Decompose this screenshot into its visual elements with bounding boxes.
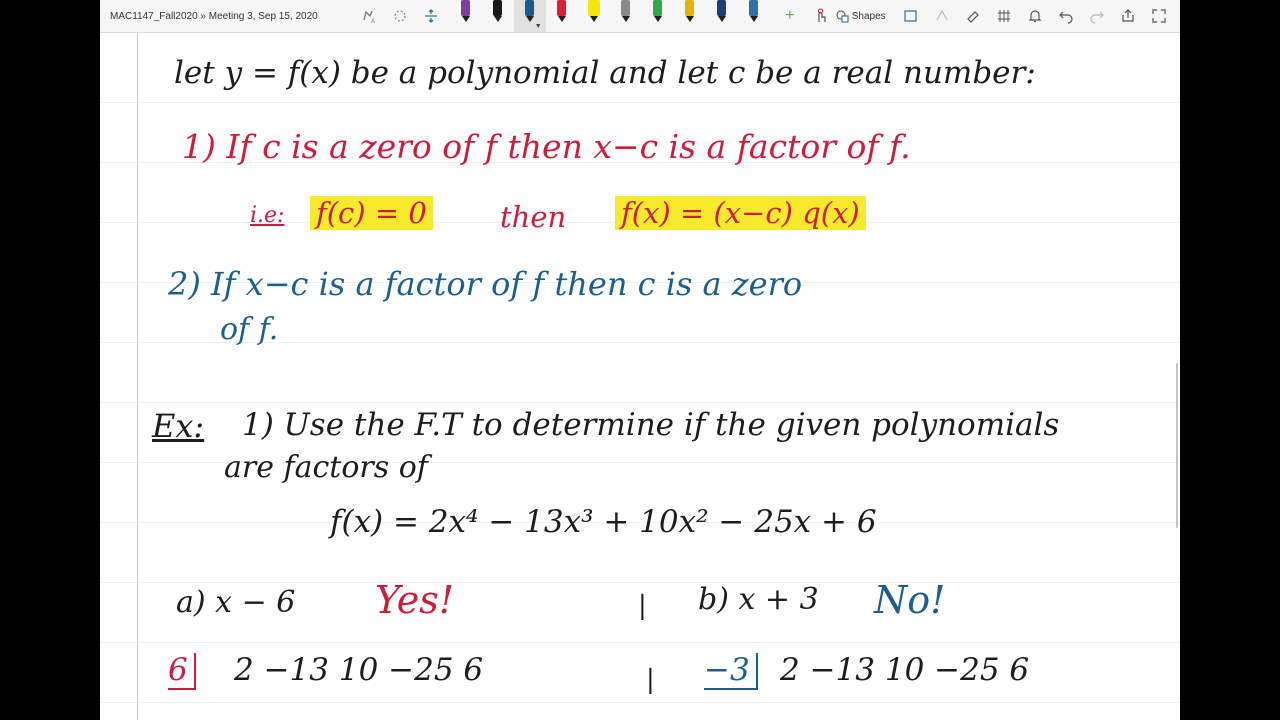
ink-statement-2-cont: of f. xyxy=(220,312,279,347)
ink-synthetic-divisor-b: −3 xyxy=(704,653,758,690)
ink-theorem-intro: let y = f(x) be a polynomial and let c b… xyxy=(174,55,1036,91)
ink-ie-label: i.e: xyxy=(250,203,285,228)
lasso-select-icon[interactable]: A xyxy=(358,4,380,28)
shapes-label: Shapes xyxy=(851,10,886,22)
page-margin-line xyxy=(137,33,138,720)
pen-purple[interactable] xyxy=(450,0,482,32)
pen-navy[interactable] xyxy=(706,0,738,32)
ruled-line xyxy=(100,102,1180,103)
highlight-text-1: f(c) = 0 xyxy=(310,196,433,230)
ink-statement-1: 1) If c is a zero of f then x−c is a fac… xyxy=(182,127,911,166)
ink-answer-b: No! xyxy=(874,578,946,622)
highlight-f-of-c: f(c) = 0 xyxy=(310,196,433,230)
share-icon[interactable] xyxy=(1117,4,1139,28)
insert-space-icon[interactable] xyxy=(420,4,442,28)
svg-text:A: A xyxy=(371,19,375,24)
ruled-line xyxy=(100,702,1180,703)
ink-example-text: 1) Use the F.T to determine if the given… xyxy=(242,407,1060,443)
ink-part-a: a) x − 6 xyxy=(176,585,296,620)
pen-gray[interactable] xyxy=(610,0,642,32)
highlight-text-2: f(x) = (x−c) q(x) xyxy=(615,196,866,230)
fullscreen-icon[interactable] xyxy=(1148,4,1170,28)
draw-toolbar: MAC1147_Fall2020 » Meeting 3, Sep 15, 20… xyxy=(100,0,1180,33)
ink-synthetic-coeffs-b: 2 −13 10 −25 6 xyxy=(780,652,1030,688)
undo-icon[interactable] xyxy=(1055,4,1077,28)
ink-synthetic-coeffs-a: 2 −13 10 −25 6 xyxy=(234,652,484,688)
ink-polynomial: f(x) = 2x⁴ − 13x³ + 10x² − 25x + 6 xyxy=(330,504,877,540)
ink-separator-1: | xyxy=(638,591,647,621)
bell-icon[interactable] xyxy=(1024,4,1046,28)
ink-synthetic-divisor-a: 6 xyxy=(168,653,196,690)
pen-teal[interactable] xyxy=(738,0,770,32)
ink-separator-2: | xyxy=(646,665,655,695)
pen-black[interactable] xyxy=(482,0,514,32)
ruled-line xyxy=(100,582,1180,583)
highlight-factored-form: f(x) = (x−c) q(x) xyxy=(615,196,866,230)
chevron-down-icon: ▼ xyxy=(534,23,542,30)
ink-example-label: Ex: xyxy=(152,407,205,445)
add-space-icon[interactable] xyxy=(389,4,411,28)
ink-ie-then: then xyxy=(500,200,567,234)
ruled-line xyxy=(100,402,1180,403)
highlighter-yellow[interactable] xyxy=(578,0,610,32)
ruler-icon[interactable] xyxy=(993,4,1015,28)
pen-red[interactable] xyxy=(546,0,578,32)
ink-to-shape-icon[interactable] xyxy=(900,4,922,28)
notebook-page[interactable]: let y = f(x) be a polynomial and let c b… xyxy=(100,33,1180,720)
vertical-scrollbar[interactable] xyxy=(1176,363,1178,528)
pen-blue-active[interactable]: ▼ xyxy=(513,0,546,32)
ink-part-b: b) x + 3 xyxy=(698,582,819,617)
pen-gallery: ▼ xyxy=(450,0,770,32)
pen-green[interactable] xyxy=(642,0,674,32)
ink-example-text-cont: are factors of xyxy=(224,450,428,485)
shapes-icon xyxy=(836,9,849,23)
onenote-window: MAC1147_Fall2020 » Meeting 3, Sep 15, 20… xyxy=(100,0,1180,720)
redo-icon[interactable] xyxy=(1086,4,1108,28)
shapes-button[interactable]: Shapes xyxy=(836,9,886,23)
ruled-line xyxy=(100,642,1180,643)
eraser-icon[interactable] xyxy=(962,4,984,28)
touch-draw-icon[interactable] xyxy=(810,4,832,28)
ink-to-text-icon[interactable] xyxy=(931,4,953,28)
add-pen-icon[interactable]: + xyxy=(779,4,801,28)
ink-answer-a: Yes! xyxy=(375,578,455,622)
ink-statement-2: 2) If x−c is a factor of f then c is a z… xyxy=(168,265,803,303)
breadcrumb: MAC1147_Fall2020 » Meeting 3, Sep 15, 20… xyxy=(110,10,318,22)
pen-gold[interactable] xyxy=(674,0,706,32)
